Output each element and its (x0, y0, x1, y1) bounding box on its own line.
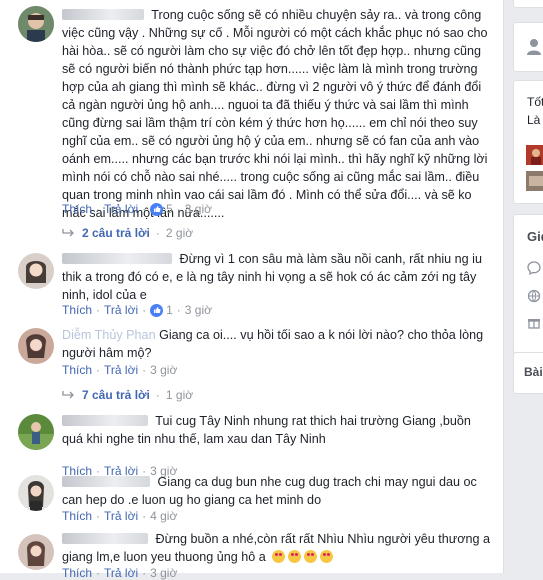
comment-body: Đừng vì 1 con sâu mà làm sầu nồi canh, r… (62, 250, 493, 304)
comment-body: Trong cuộc sống sẽ có nhiều chuyện sảy r… (62, 6, 493, 222)
replies-count[interactable]: 2 câu trả lời (82, 226, 150, 240)
comment-time[interactable]: 3 giờ (185, 202, 212, 216)
sidebar-section-label: Bài (524, 365, 543, 379)
like-icon (150, 202, 164, 216)
redacted-author-name[interactable] (62, 9, 144, 20)
reply-link[interactable]: Trả lời (104, 363, 138, 377)
avatar[interactable] (18, 253, 54, 289)
comment-actions: Thích · Trả lời · 3 giờ (62, 566, 178, 580)
reaction-count[interactable]: 1 (150, 303, 173, 317)
redacted-author-name[interactable] (62, 253, 172, 264)
like-link[interactable]: Thích (62, 363, 92, 377)
sidebar-card-top (513, 0, 543, 8)
avatar[interactable] (18, 6, 54, 42)
comment-body: Giang ca dug bun nhe cug dug trach chi m… (62, 473, 493, 509)
replies-time: 2 giờ (165, 226, 194, 240)
comment-actions: Thích · Trả lời · 5 · 3 giờ (62, 202, 213, 216)
reply-link[interactable]: Trả lời (104, 566, 138, 580)
sidebar-subtitle: Là (527, 113, 541, 127)
avatar[interactable] (18, 328, 54, 364)
avatar[interactable] (18, 414, 54, 450)
heart-eyes-emoji-icon (304, 550, 318, 563)
redacted-author-name[interactable] (62, 533, 148, 544)
sidebar-card-news[interactable]: Tốt Là (513, 80, 543, 204)
like-link[interactable]: Thích (62, 509, 92, 523)
comment-body: Diễm Thủy Phan Giang ca oi.... vụ hồi tố… (62, 326, 493, 362)
comment-text: Trong cuộc sống sẽ có nhiều chuyện sảy r… (62, 8, 488, 220)
reply-link[interactable]: Trả lời (104, 509, 138, 523)
view-replies[interactable]: 7 câu trả lời · 1 giờ (62, 388, 193, 402)
replies-time: 1 giờ (165, 388, 194, 402)
like-link[interactable]: Thích (62, 566, 92, 580)
avatar[interactable] (18, 534, 54, 570)
heart-eyes-emoji-icon (320, 550, 334, 563)
news-thumbnail-icon (526, 145, 543, 165)
replies-count[interactable]: 7 câu trả lời (82, 388, 150, 402)
reply-arrow-icon (62, 229, 74, 237)
reaction-count[interactable]: 5 (150, 202, 173, 216)
comment-actions: Thích · Trả lời · 4 giờ (62, 509, 178, 523)
heart-eyes-emoji-icon (272, 550, 286, 563)
comments-feed: Trong cuộc sống sẽ có nhiều chuyện sảy r… (0, 0, 504, 580)
sidebar-card-posts: Bài (513, 352, 543, 394)
like-link[interactable]: Thích (62, 202, 92, 216)
sidebar-card-user[interactable] (513, 22, 543, 72)
news-thumbnail-icon (526, 171, 543, 191)
gift-icon (528, 319, 540, 329)
comment-body: Đừng buồn a nhé,còn rất rất Nhìu Nhìu ng… (62, 530, 493, 566)
globe-icon (527, 289, 541, 303)
comment-time[interactable]: 3 giờ (185, 303, 212, 317)
comment-body: Tui cug Tây Ninh nhung rat thich hai trư… (62, 412, 493, 448)
comment-actions: Thích · Trả lời · 1 · 3 giờ (62, 303, 213, 317)
redacted-author-name[interactable] (62, 415, 148, 426)
comment-time[interactable]: 4 giờ (150, 509, 177, 523)
author-name[interactable]: Diễm Thủy Phan (62, 328, 156, 342)
heart-eyes-emoji-icon (288, 550, 302, 563)
reply-link[interactable]: Trả lời (104, 303, 138, 317)
like-icon (150, 303, 164, 317)
reply-link[interactable]: Trả lời (104, 202, 138, 216)
message-icon (527, 261, 541, 275)
avatar[interactable] (18, 475, 54, 511)
comment-actions: Thích · Trả lời · 3 giờ (62, 363, 178, 377)
redacted-author-name[interactable] (62, 476, 150, 487)
sidebar-heading: Gid (527, 229, 543, 244)
comment-time[interactable]: 3 giờ (150, 566, 177, 580)
comment-time[interactable]: 3 giờ (150, 363, 177, 377)
reply-arrow-icon (62, 391, 74, 399)
like-link[interactable]: Thích (62, 303, 92, 317)
sidebar-card-intro: Gid (513, 214, 543, 354)
view-replies[interactable]: 2 câu trả lời · 2 giờ (62, 226, 193, 240)
sidebar-title[interactable]: Tốt (527, 95, 543, 109)
user-icon (527, 39, 541, 55)
